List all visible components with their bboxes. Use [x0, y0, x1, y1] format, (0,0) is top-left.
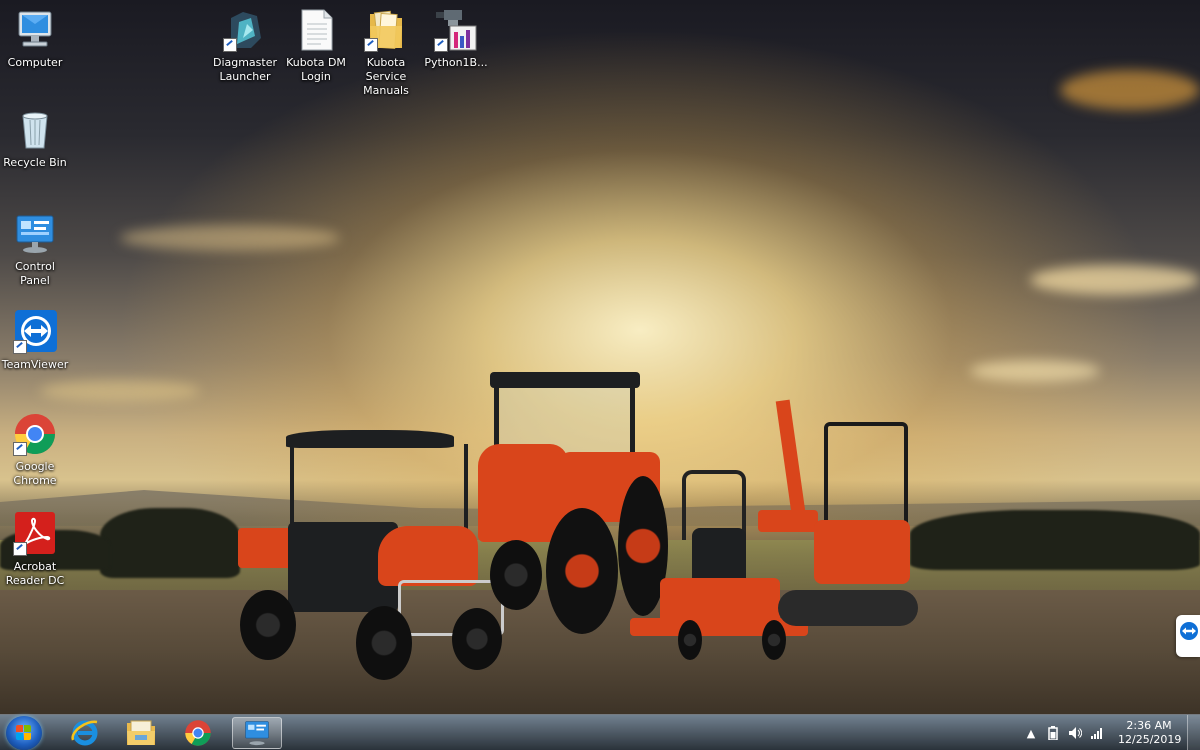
computer-icon — [13, 8, 57, 52]
recycle-bin-icon — [13, 108, 57, 152]
shortcut-arrow-icon — [13, 442, 27, 456]
teamviewer-icon — [1180, 622, 1198, 640]
desktop-icon-label: Kubota DM Login — [286, 56, 346, 83]
desktop-icon-python1b[interactable]: Python1B... — [421, 8, 491, 70]
teamviewer-side-panel-tab[interactable] — [1176, 615, 1200, 657]
taskbar-google-chrome[interactable] — [173, 717, 223, 749]
volume-icon[interactable] — [1068, 726, 1082, 740]
taskbar-clock[interactable]: 2:36 AM 12/25/2019 — [1118, 719, 1182, 747]
desktop-icon-diagmaster-launcher[interactable]: Diagmaster Launcher — [210, 8, 280, 84]
acrobat-icon — [13, 512, 57, 556]
windows-logo-icon — [16, 725, 32, 741]
internet-explorer-icon — [71, 720, 98, 746]
control-panel-icon — [13, 212, 57, 256]
desktop-icon-teamviewer[interactable]: TeamViewer — [0, 310, 70, 372]
desktop-icon-computer[interactable]: Computer — [0, 8, 70, 70]
show-hidden-icon[interactable]: ▲ — [1024, 726, 1038, 740]
system-tray: ▲ 2:36 AM 12/25/2019 — [1020, 715, 1182, 750]
clock-time: 2:36 AM — [1126, 719, 1172, 732]
file-explorer-icon — [127, 720, 155, 745]
desktop-icon-label: Diagmaster Launcher — [212, 56, 278, 83]
excavator-image — [758, 399, 923, 635]
shortcut-arrow-icon — [223, 38, 237, 52]
folder-icon — [364, 8, 408, 52]
desktop-icon-label: TeamViewer — [1, 358, 69, 371]
desktop-icon-label: Google Chrome — [13, 460, 57, 487]
desktop-icon-control-panel[interactable]: Control Panel — [0, 212, 70, 288]
shortcut-arrow-icon — [13, 542, 27, 556]
text-file-icon — [294, 8, 338, 52]
show-desktop-button[interactable] — [1187, 715, 1200, 750]
desktop-icon-label: Python1B... — [424, 56, 488, 69]
desktop-icon-kubota-service-manuals[interactable]: Kubota Service Manuals — [351, 8, 421, 98]
desktop-icon-label: Computer — [7, 56, 63, 69]
desktop-icon-recycle-bin[interactable]: Recycle Bin — [0, 108, 70, 170]
shortcut-arrow-icon — [364, 38, 378, 52]
taskbar-control-panel[interactable] — [232, 717, 282, 749]
shortcut-arrow-icon — [434, 38, 448, 52]
desktop-icon-label: Acrobat Reader DC — [5, 560, 65, 587]
desktop-icon-kubota-dm-login[interactable]: Kubota DM Login — [281, 8, 351, 84]
taskbar-internet-explorer[interactable] — [60, 717, 110, 749]
network-icon[interactable] — [1090, 726, 1104, 740]
start-button[interactable] — [6, 716, 42, 750]
teamviewer-icon — [13, 310, 57, 354]
desktop-icon-acrobat-reader[interactable]: Acrobat Reader DC — [0, 512, 70, 588]
chrome-icon — [185, 720, 211, 746]
chrome-icon — [13, 412, 57, 456]
desktop-icon-google-chrome[interactable]: Google Chrome — [0, 412, 70, 488]
python-app-icon — [434, 8, 478, 52]
desktop-icon-label: Control Panel — [15, 260, 55, 287]
clock-date: 12/25/2019 — [1118, 733, 1182, 746]
taskbar-file-explorer[interactable] — [116, 717, 166, 749]
desktop-icon-label: Recycle Bin — [3, 156, 67, 169]
control-panel-icon — [245, 721, 269, 746]
shortcut-arrow-icon — [13, 340, 27, 354]
desktop-icon-label: Kubota Service Manuals — [363, 56, 409, 97]
battery-icon[interactable] — [1046, 726, 1060, 740]
taskbar: ▲ 2:36 AM 12/25/2019 — [0, 714, 1200, 750]
desktop[interactable]: Computer Recycle Bin Control Panel TeamV… — [0, 0, 1200, 750]
diagmaster-icon — [223, 8, 267, 52]
